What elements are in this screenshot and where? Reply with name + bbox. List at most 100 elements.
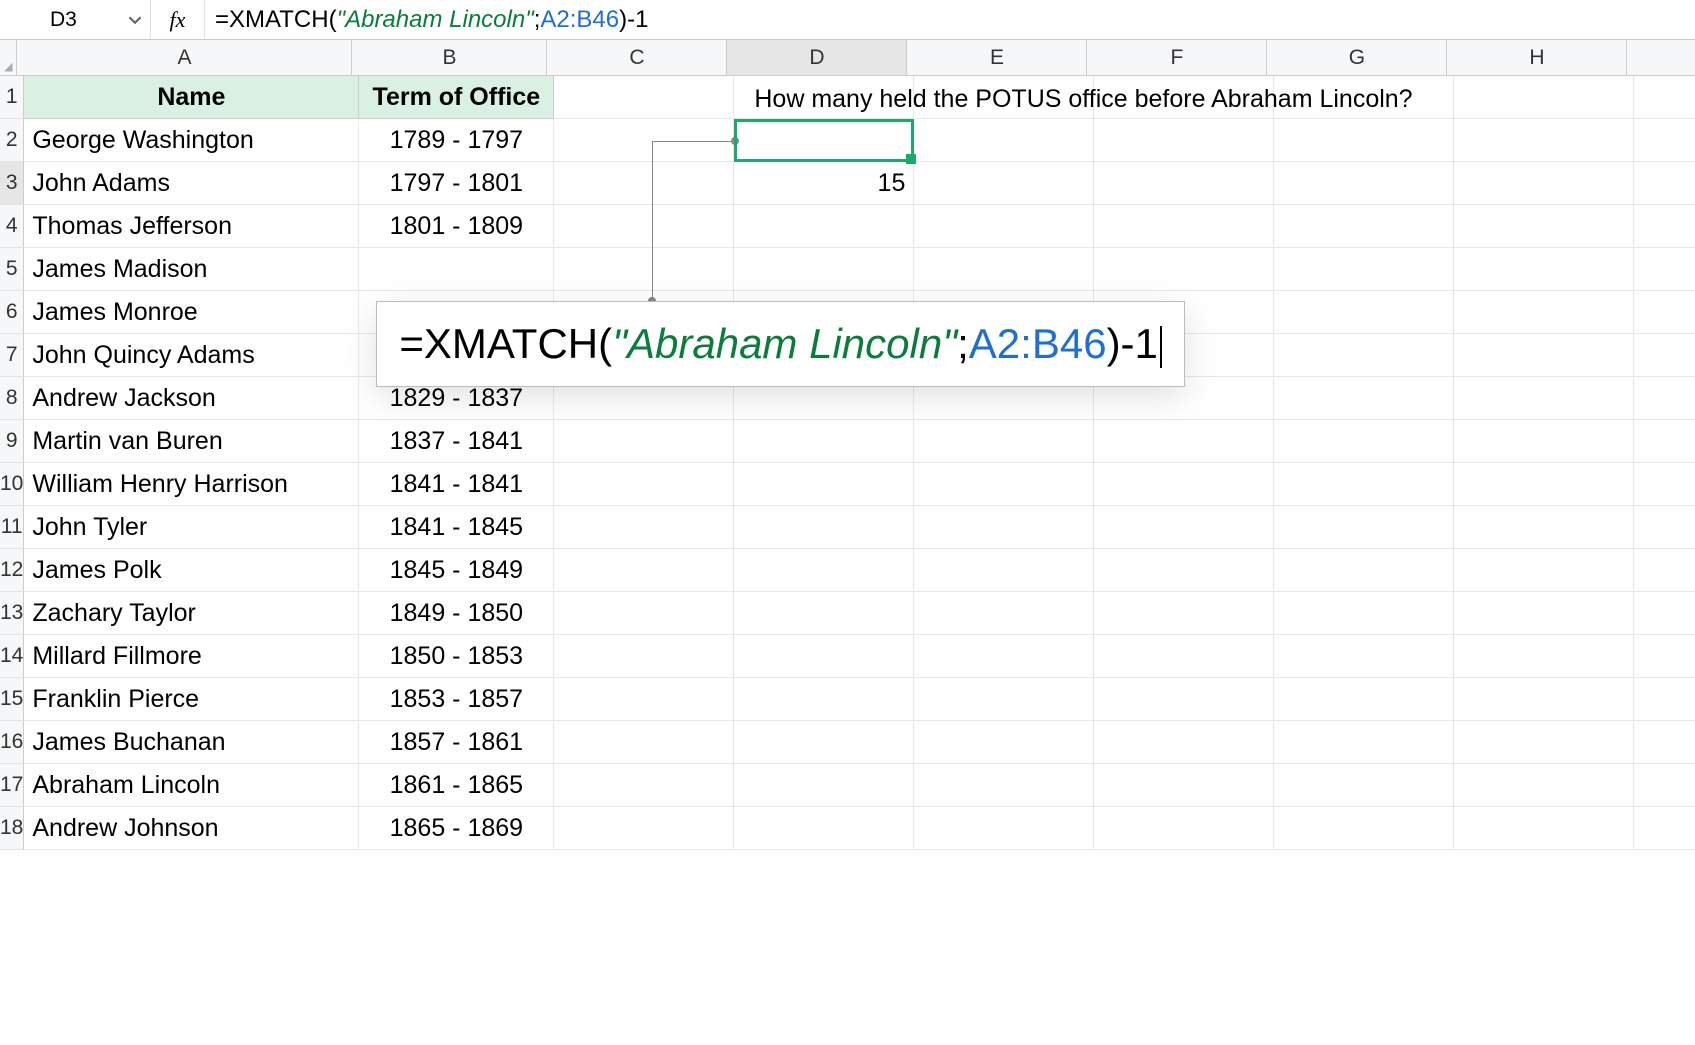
cell-C9[interactable] — [554, 420, 734, 463]
cell-F15[interactable] — [1094, 678, 1274, 721]
cell-E16[interactable] — [914, 721, 1094, 764]
cell-F9[interactable] — [1094, 420, 1274, 463]
column-header-A[interactable]: A — [17, 40, 352, 76]
cell-B14[interactable]: 1850 - 1853 — [359, 635, 554, 678]
cell-A13[interactable]: Zachary Taylor — [24, 592, 359, 635]
row-header-17[interactable]: 17 — [0, 764, 24, 807]
cell-E17[interactable] — [914, 764, 1094, 807]
row-header-9[interactable]: 9 — [0, 420, 24, 463]
cell-H17[interactable] — [1454, 764, 1634, 807]
column-header-D[interactable]: D — [727, 40, 907, 76]
cell-G11[interactable] — [1274, 506, 1454, 549]
cell-B1[interactable]: Term of Office — [359, 76, 554, 119]
cell-I16[interactable] — [1634, 721, 1695, 764]
cell-H11[interactable] — [1454, 506, 1634, 549]
cell-G2[interactable] — [1274, 119, 1454, 162]
cell-I12[interactable] — [1634, 549, 1695, 592]
cell-A11[interactable]: John Tyler — [24, 506, 359, 549]
cell-H12[interactable] — [1454, 549, 1634, 592]
cell-H8[interactable] — [1454, 377, 1634, 420]
row-header-7[interactable]: 7 — [0, 334, 24, 377]
cell-G7[interactable] — [1274, 334, 1454, 377]
row-header-12[interactable]: 12 — [0, 549, 24, 592]
cell-D3[interactable]: 15 — [734, 162, 914, 205]
cell-I7[interactable] — [1634, 334, 1695, 377]
cell-E15[interactable] — [914, 678, 1094, 721]
cell-C17[interactable] — [554, 764, 734, 807]
cell-D14[interactable] — [734, 635, 914, 678]
cell-H2[interactable] — [1454, 119, 1634, 162]
cell-F2[interactable] — [1094, 119, 1274, 162]
cell-B10[interactable]: 1841 - 1841 — [359, 463, 554, 506]
cell-E9[interactable] — [914, 420, 1094, 463]
row-header-11[interactable]: 11 — [0, 506, 24, 549]
cell-D11[interactable] — [734, 506, 914, 549]
cell-G6[interactable] — [1274, 291, 1454, 334]
cell-D5[interactable] — [734, 248, 914, 291]
cell-A16[interactable]: James Buchanan — [24, 721, 359, 764]
cell-D12[interactable] — [734, 549, 914, 592]
cell-I3[interactable] — [1634, 162, 1695, 205]
cell-D16[interactable] — [734, 721, 914, 764]
cell-I1[interactable] — [1634, 76, 1695, 119]
cell-C1[interactable] — [554, 76, 734, 119]
cell-H5[interactable] — [1454, 248, 1634, 291]
cell-B9[interactable]: 1837 - 1841 — [359, 420, 554, 463]
cell-E12[interactable] — [914, 549, 1094, 592]
cell-B11[interactable]: 1841 - 1845 — [359, 506, 554, 549]
cell-E18[interactable] — [914, 807, 1094, 850]
cell-D17[interactable] — [734, 764, 914, 807]
cell-H1[interactable] — [1454, 76, 1634, 119]
cell-B13[interactable]: 1849 - 1850 — [359, 592, 554, 635]
cell-F11[interactable] — [1094, 506, 1274, 549]
cell-B16[interactable]: 1857 - 1861 — [359, 721, 554, 764]
row-header-14[interactable]: 14 — [0, 635, 24, 678]
cell-A9[interactable]: Martin van Buren — [24, 420, 359, 463]
column-header-E[interactable]: E — [907, 40, 1087, 76]
cell-B4[interactable]: 1801 - 1809 — [359, 205, 554, 248]
column-header-F[interactable]: F — [1087, 40, 1267, 76]
cell-D13[interactable] — [734, 592, 914, 635]
row-header-8[interactable]: 8 — [0, 377, 24, 420]
cell-H7[interactable] — [1454, 334, 1634, 377]
cell-H6[interactable] — [1454, 291, 1634, 334]
row-header-5[interactable]: 5 — [0, 248, 24, 291]
cell-E4[interactable] — [914, 205, 1094, 248]
cell-I4[interactable] — [1634, 205, 1695, 248]
cell-E13[interactable] — [914, 592, 1094, 635]
cell-H3[interactable] — [1454, 162, 1634, 205]
cell-H18[interactable] — [1454, 807, 1634, 850]
cell-G15[interactable] — [1274, 678, 1454, 721]
column-header-H[interactable]: H — [1447, 40, 1627, 76]
cell-I6[interactable] — [1634, 291, 1695, 334]
cell-I18[interactable] — [1634, 807, 1695, 850]
cell-H16[interactable] — [1454, 721, 1634, 764]
cell-H4[interactable] — [1454, 205, 1634, 248]
cell-C12[interactable] — [554, 549, 734, 592]
row-header-13[interactable]: 13 — [0, 592, 24, 635]
cell-C5[interactable] — [554, 248, 734, 291]
cell-D10[interactable] — [734, 463, 914, 506]
cell-G8[interactable] — [1274, 377, 1454, 420]
cell-A5[interactable]: James Madison — [24, 248, 359, 291]
cell-F12[interactable] — [1094, 549, 1274, 592]
cell-A10[interactable]: William Henry Harrison — [24, 463, 359, 506]
cell-F17[interactable] — [1094, 764, 1274, 807]
cell-E3[interactable] — [914, 162, 1094, 205]
cell-F18[interactable] — [1094, 807, 1274, 850]
cell-G10[interactable] — [1274, 463, 1454, 506]
cell-H15[interactable] — [1454, 678, 1634, 721]
cell-G16[interactable] — [1274, 721, 1454, 764]
cell-F14[interactable] — [1094, 635, 1274, 678]
cell-D15[interactable] — [734, 678, 914, 721]
cell-A7[interactable]: John Quincy Adams — [24, 334, 359, 377]
cell-E11[interactable] — [914, 506, 1094, 549]
cell-G5[interactable] — [1274, 248, 1454, 291]
row-header-16[interactable]: 16 — [0, 721, 24, 764]
cell-D9[interactable] — [734, 420, 914, 463]
cell-C16[interactable] — [554, 721, 734, 764]
cell-H10[interactable] — [1454, 463, 1634, 506]
cell-C13[interactable] — [554, 592, 734, 635]
chevron-down-icon[interactable] — [120, 0, 150, 39]
cell-A1[interactable]: Name — [24, 76, 359, 119]
